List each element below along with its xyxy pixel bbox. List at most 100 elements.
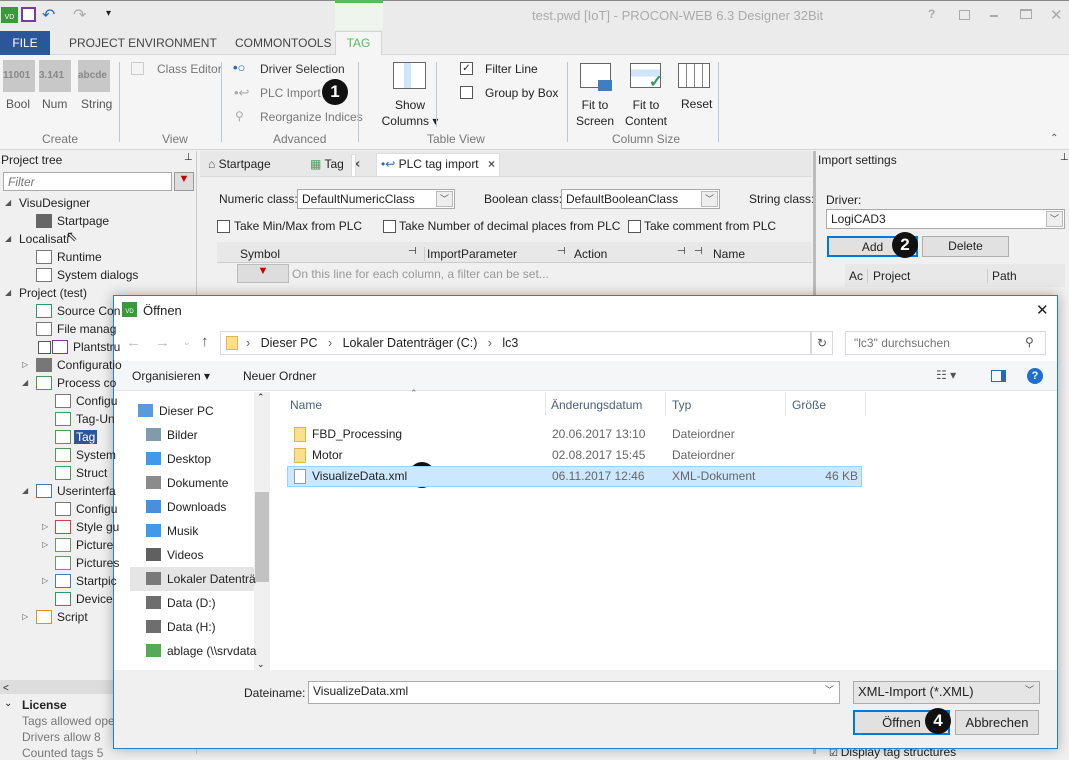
nav-item[interactable]: Dokumente <box>167 476 228 490</box>
tree-item[interactable]: Localisati <box>19 232 69 246</box>
tree-item[interactable]: Configuratio <box>57 358 122 372</box>
collapse-ribbon-icon[interactable]: ⌃ <box>1050 133 1058 144</box>
column-divider[interactable] <box>545 392 546 416</box>
tree-item[interactable]: Plantstru <box>73 340 120 354</box>
tree-item[interactable]: Startpic <box>76 574 117 588</box>
expanded-arrow-icon[interactable]: ◢ <box>22 486 28 495</box>
pin-icon[interactable]: ⊣ <box>408 246 417 257</box>
tree-item[interactable]: File manag <box>57 322 116 336</box>
new-folder-button[interactable]: Neuer Ordner <box>243 369 316 383</box>
expanded-arrow-icon[interactable]: ◢ <box>22 378 28 387</box>
undo-icon[interactable]: ↶ <box>42 5 55 25</box>
collapsed-arrow-icon[interactable]: ▷ <box>22 360 28 369</box>
tree-item[interactable]: Project (test) <box>19 286 87 300</box>
license-collapse-icon[interactable]: ⌄ <box>4 698 12 709</box>
breadcrumb-item[interactable]: lc3 <box>502 336 518 350</box>
nav-item[interactable]: Musik <box>167 524 198 538</box>
nav-item[interactable]: Desktop <box>167 452 211 466</box>
plc-tag-import-tab-body[interactable]: •↩ PLC tag import × <box>376 153 500 176</box>
file-type-select[interactable]: XML-Import (*.XML) ﹀ <box>853 681 1040 704</box>
breadcrumb-item[interactable]: Lokaler Datenträger (C:) <box>343 336 478 350</box>
tree-filter-input[interactable] <box>3 172 172 191</box>
file-column-header[interactable]: Name <box>290 398 322 412</box>
expanded-arrow-icon[interactable]: ◢ <box>5 234 11 243</box>
tab-file[interactable]: FILE <box>0 31 50 55</box>
collapsed-arrow-icon[interactable]: ▷ <box>42 540 48 549</box>
column-symbol[interactable]: Symbol <box>240 247 280 261</box>
create-num-button[interactable]: 3.141 <box>39 60 71 92</box>
filter-row-hint[interactable]: On this line for each column, a filter c… <box>292 267 549 281</box>
delete-button[interactable]: Delete <box>922 236 1009 257</box>
breadcrumb-item[interactable]: Dieser PC <box>261 336 318 350</box>
tree-item[interactable]: Picture <box>76 538 113 552</box>
nav-scrollbar[interactable]: ⌃ ⌄ <box>254 392 270 670</box>
preview-pane-icon[interactable] <box>991 370 1006 382</box>
numeric-class-select[interactable]: DefaultNumericClass ﹀ <box>297 189 455 209</box>
column-import-parameter[interactable]: ImportParameter <box>424 247 517 261</box>
tab-tag[interactable]: TAG <box>335 31 382 56</box>
tree-item[interactable]: Userinterfa <box>57 484 116 498</box>
file-name[interactable]: VisualizeData.xml <box>312 469 407 483</box>
tree-item[interactable]: System dialogs <box>57 268 138 282</box>
filter-line-checkbox[interactable]: ✓ <box>460 62 473 75</box>
tree-item[interactable]: Process co <box>57 376 116 390</box>
clear-filter-button[interactable]: ▼ <box>174 172 194 191</box>
nav-item[interactable]: Lokaler Datenträ <box>167 572 256 586</box>
expanded-arrow-icon[interactable]: ◢ <box>5 198 11 207</box>
collapsed-arrow-icon[interactable]: ▷ <box>42 576 48 585</box>
back-icon[interactable]: ← <box>126 334 141 351</box>
pin-icon[interactable]: ⊣ <box>677 246 686 257</box>
tab-startpage[interactable]: ⌂ Startpage <box>208 157 271 171</box>
file-name[interactable]: Motor <box>312 448 343 462</box>
tree-item[interactable]: Pictures <box>76 556 119 570</box>
tree-item[interactable]: Style gu <box>76 520 119 534</box>
pin-icon[interactable]: ⊣ <box>557 246 566 257</box>
refresh-button[interactable]: ↻ <box>811 331 833 355</box>
nav-item[interactable]: Downloads <box>167 500 226 514</box>
driver-select[interactable]: LogiCAD3 ﹀ <box>826 209 1065 229</box>
file-column-header[interactable]: Größe <box>792 398 826 412</box>
tree-item[interactable]: Tag <box>74 430 98 444</box>
column-name[interactable]: Name <box>713 247 745 261</box>
tree-item[interactable]: Startpage <box>57 214 109 228</box>
boolean-class-select[interactable]: DefaultBooleanClass ﹀ <box>561 189 720 209</box>
tree-item[interactable]: Source Con <box>57 304 120 318</box>
tree-item[interactable]: Configu <box>76 394 117 408</box>
take-minmax-checkbox[interactable] <box>217 220 230 233</box>
column-divider[interactable] <box>785 392 786 416</box>
nav-item[interactable]: Videos <box>167 548 203 562</box>
file-name[interactable]: FBD_Processing <box>312 427 402 441</box>
recent-dropdown-icon[interactable]: ⌄ <box>183 337 191 348</box>
create-bool-button[interactable]: 11001 <box>3 60 35 92</box>
group-by-box-checkbox[interactable] <box>460 86 473 99</box>
column-divider[interactable] <box>865 392 866 416</box>
tree-item[interactable]: Device <box>76 592 113 606</box>
nav-item[interactable]: Data (H:) <box>167 620 216 634</box>
help-button[interactable]: ? <box>928 7 935 21</box>
column-action[interactable]: Action <box>574 247 607 261</box>
tree-item[interactable]: Runtime <box>57 250 102 264</box>
expanded-arrow-icon[interactable]: ◢ <box>5 288 11 297</box>
tab-project-environment[interactable]: PROJECT ENVIRONMENT <box>69 36 217 50</box>
nav-item[interactable]: ablage (\\srvdata <box>167 644 256 658</box>
plantstructure-checkbox[interactable] <box>38 341 51 354</box>
fit-to-content-button[interactable]: Fit to Content <box>623 97 669 129</box>
tree-item[interactable]: Configu <box>76 502 117 516</box>
file-column-header[interactable]: Änderungsdatum <box>551 398 642 412</box>
tree-item[interactable]: System <box>76 448 116 462</box>
pin-icon[interactable]: ⊥ <box>184 152 193 163</box>
cancel-button[interactable]: Abbrechen <box>955 710 1039 735</box>
column-ac[interactable]: Ac <box>849 269 863 283</box>
tree-item[interactable]: VisuDesigner <box>19 196 90 210</box>
view-options-icon[interactable]: ☷ ▾ <box>936 368 956 382</box>
help-icon[interactable]: ? <box>1027 368 1043 384</box>
restore-ribbon-icon[interactable] <box>959 10 970 20</box>
class-editor-checkbox[interactable] <box>131 62 144 75</box>
close-tab-icon[interactable]: × <box>488 157 495 171</box>
save-icon[interactable] <box>21 7 36 22</box>
redo-icon[interactable]: ↷ <box>73 5 86 25</box>
tab-commontools[interactable]: COMMONTOOLS <box>235 36 331 50</box>
nav-item[interactable]: Dieser PC <box>159 404 214 418</box>
reset-button[interactable]: Reset <box>681 97 712 111</box>
fit-to-screen-button[interactable]: Fit to Screen <box>575 97 615 129</box>
